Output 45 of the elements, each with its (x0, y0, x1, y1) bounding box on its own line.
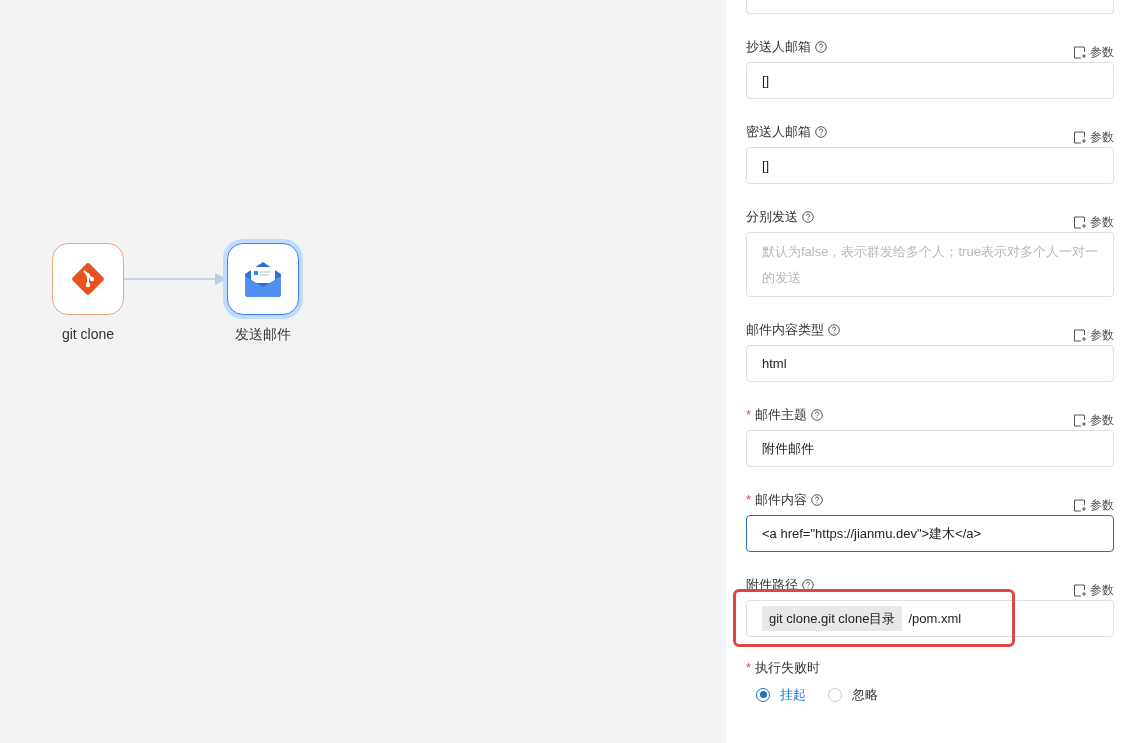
param-button[interactable]: 参数 (1073, 43, 1114, 61)
required-asterisk: * (746, 406, 752, 425)
input-field[interactable]: html (746, 345, 1114, 382)
param-button[interactable]: 参数 (1073, 581, 1114, 599)
add-param-icon (1073, 215, 1086, 229)
envelope-icon (242, 259, 284, 299)
add-param-icon (1073, 45, 1086, 59)
param-button[interactable]: 参数 (1073, 326, 1114, 344)
reference-tag: git clone.git clone目录 (762, 605, 903, 632)
help-icon (828, 324, 840, 336)
help-icon (802, 211, 814, 223)
add-param-icon (1073, 130, 1086, 144)
node-label: 发送邮件 (235, 325, 291, 344)
input-field[interactable]: [] (746, 62, 1114, 99)
field-label: 执行失败时 (755, 659, 821, 678)
required-asterisk: * (746, 491, 752, 510)
help-icon (811, 494, 824, 506)
radio-option[interactable]: 忽略 (828, 685, 878, 705)
add-param-icon (1073, 583, 1086, 597)
add-param-icon (1073, 498, 1086, 512)
input-field[interactable]: git clone.git clone目录 /pom.xml (746, 600, 1114, 637)
input-field[interactable] (746, 0, 1114, 14)
workflow-node[interactable] (52, 243, 124, 315)
help-icon (802, 579, 814, 591)
field-label: 邮件主题 (755, 406, 808, 425)
add-param-icon (1073, 328, 1086, 342)
field-label: 邮件内容类型 (746, 321, 824, 340)
param-button[interactable]: 参数 (1073, 213, 1114, 231)
input-field[interactable]: <a href="https://jianmu.dev">建木</a> (746, 515, 1114, 552)
field-label: 分别发送 (746, 208, 798, 227)
field-label: 密送人邮箱 (746, 123, 811, 142)
help-icon (815, 126, 827, 138)
required-asterisk: * (746, 659, 752, 678)
input-field[interactable]: [] (746, 147, 1114, 184)
field-label: 抄送人邮箱 (746, 38, 811, 57)
param-button[interactable]: 参数 (1073, 496, 1114, 514)
help-icon (811, 409, 824, 421)
param-button[interactable]: 参数 (1073, 411, 1114, 429)
help-icon (815, 41, 827, 53)
field-label: 邮件内容 (755, 491, 808, 510)
add-param-icon (1073, 413, 1086, 427)
node-label: git clone (61, 325, 115, 344)
param-button[interactable]: 参数 (1073, 128, 1114, 146)
input-field[interactable]: 附件邮件 (746, 430, 1114, 467)
radio-option[interactable]: 挂起 (756, 685, 806, 705)
